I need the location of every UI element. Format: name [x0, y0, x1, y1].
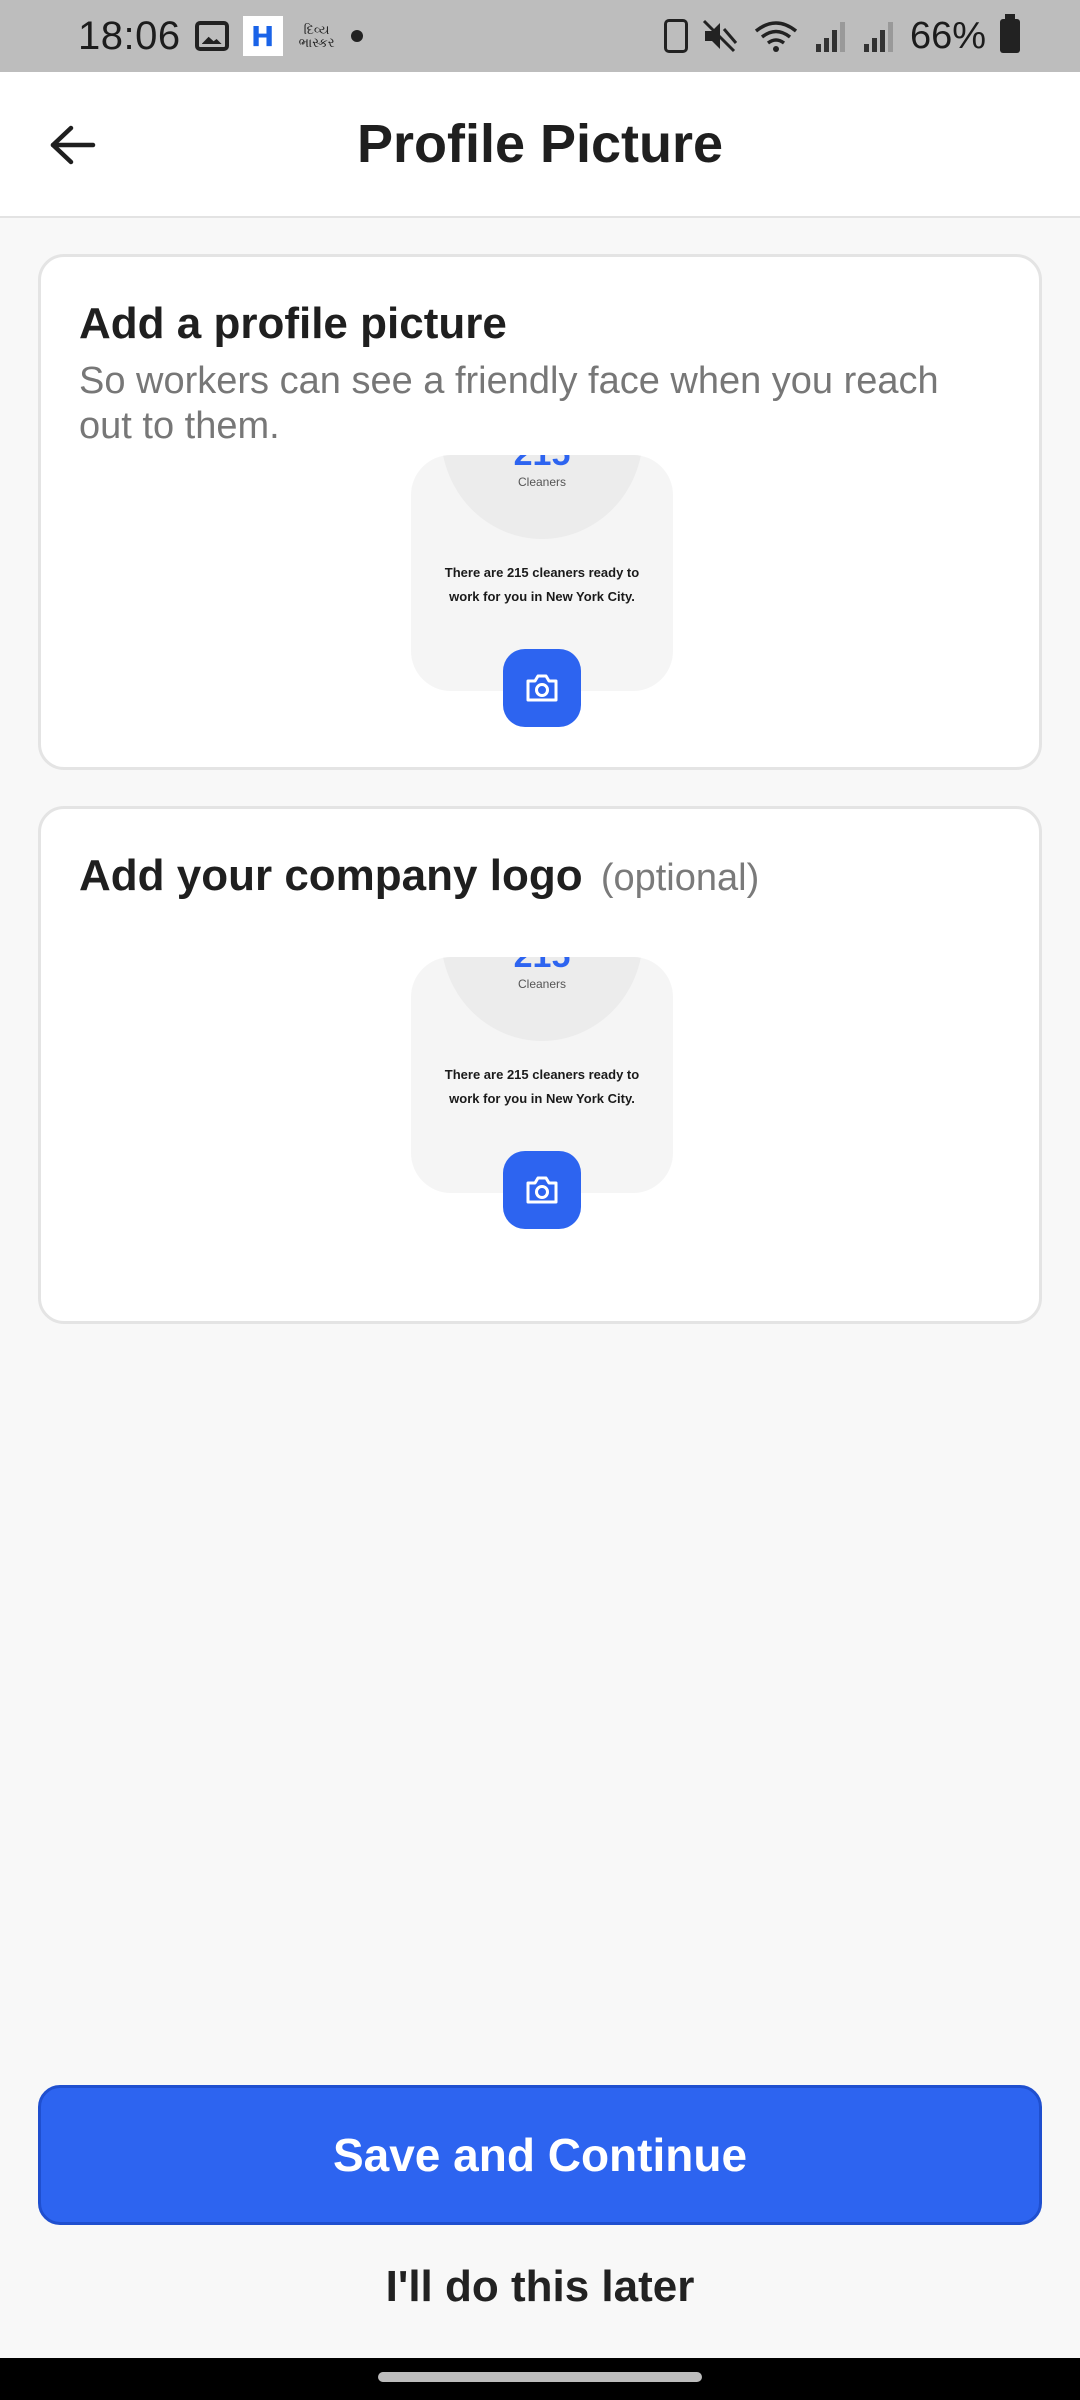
page-title: Profile Picture [356, 114, 724, 174]
camera-icon [526, 1176, 558, 1204]
profile-card-subtitle: So workers can see a friendly face when … [79, 360, 939, 447]
mute-icon [702, 19, 738, 53]
logo-camera-button[interactable] [503, 1151, 581, 1229]
battery-icon [1000, 14, 1020, 53]
home-indicator[interactable] [378, 2372, 702, 2382]
news-notification-icon: દિવ્ય ભાસ્કર [298, 22, 335, 50]
status-time: 18:06 [78, 13, 181, 58]
camera-icon [526, 674, 558, 702]
arrow-left-icon [50, 125, 96, 165]
profile-picture-card: Add a profile picture So workers can see… [38, 254, 1042, 770]
battery-percentage: 66% [909, 14, 986, 57]
preview-count-label: Cleaners [517, 475, 567, 489]
system-nav-bar [0, 2358, 1080, 2400]
back-button[interactable] [36, 108, 110, 182]
company-logo-card: Add your company logo (optional) 215 Cle… [38, 806, 1042, 1324]
more-notifications-dot-icon [350, 30, 363, 42]
preview-count: 215 [411, 957, 673, 973]
logo-card-title-text: Add your company logo [79, 851, 583, 900]
app-header: Profile Picture [0, 72, 1080, 218]
app-notification-icon: H [242, 16, 283, 56]
preview-count-label: Cleaners [517, 977, 567, 991]
wifi-icon [752, 19, 800, 53]
preview-count: 215 [411, 455, 673, 471]
status-bar: 18:06 H દિવ્ય ભાસ્કર 66% [0, 0, 1080, 72]
save-and-continue-button[interactable]: Save and Continue [38, 2085, 1042, 2225]
status-bar-right: 66% [663, 14, 1020, 58]
optional-label: (optional) [600, 857, 760, 899]
signal-2-icon [862, 20, 896, 52]
logo-card-title: Add your company logo (optional) [79, 851, 759, 901]
gallery-notification-icon [194, 21, 229, 51]
profile-card-title: Add a profile picture [79, 299, 507, 348]
profile-picture-preview: 215 Cleaners There are 215 cleaners read… [411, 455, 673, 727]
do-this-later-link[interactable]: I'll do this later [0, 2262, 1080, 2312]
battery-saver-icon [663, 19, 688, 53]
company-logo-preview: 215 Cleaners There are 215 cleaners read… [411, 957, 673, 1229]
preview-text: There are 215 cleaners ready to work for… [444, 565, 640, 604]
signal-1-icon [814, 20, 848, 52]
preview-text: There are 215 cleaners ready to work for… [444, 1067, 640, 1106]
status-bar-left: 18:06 H દિવ્ય ભાસ્કર [78, 14, 363, 59]
profile-camera-button[interactable] [503, 649, 581, 727]
